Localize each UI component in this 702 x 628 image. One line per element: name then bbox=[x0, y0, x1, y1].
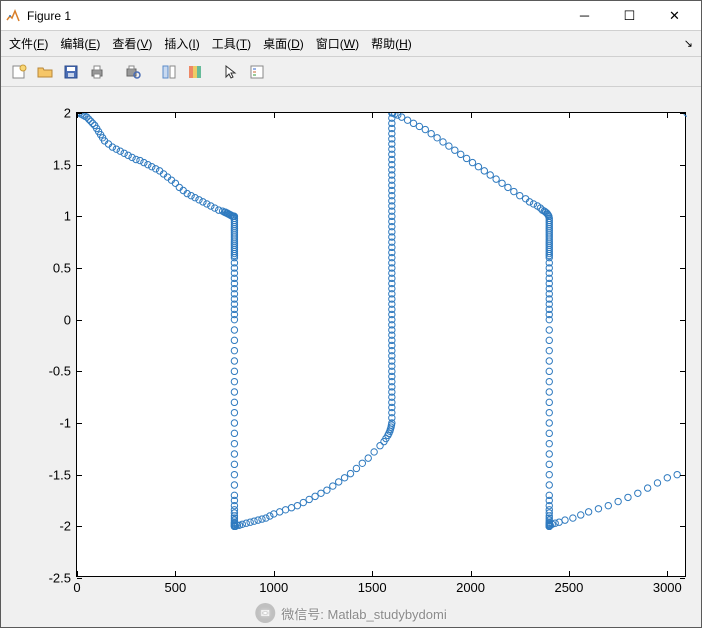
link-plot-button[interactable] bbox=[157, 60, 181, 84]
menu-desktop[interactable]: 桌面(D) bbox=[263, 35, 304, 52]
menu-insert[interactable]: 插入(I) bbox=[164, 35, 199, 52]
menu-view[interactable]: 查看(V) bbox=[112, 35, 152, 52]
print-preview-button[interactable] bbox=[121, 60, 145, 84]
open-button[interactable] bbox=[33, 60, 57, 84]
menu-tools[interactable]: 工具(T) bbox=[212, 35, 251, 52]
window-title: Figure 1 bbox=[27, 9, 562, 23]
matlab-icon bbox=[5, 8, 21, 24]
menubar: 文件(F) 编辑(E) 查看(V) 插入(I) 工具(T) 桌面(D) 窗口(W… bbox=[1, 31, 701, 57]
wechat-icon: ✉ bbox=[255, 603, 275, 623]
toolbar bbox=[1, 57, 701, 87]
pointer-button[interactable] bbox=[219, 60, 243, 84]
scatter-markers bbox=[77, 113, 687, 578]
minimize-button[interactable]: ─ bbox=[562, 2, 607, 30]
menu-edit[interactable]: 编辑(E) bbox=[60, 35, 100, 52]
print-button[interactable] bbox=[85, 60, 109, 84]
menu-window[interactable]: 窗口(W) bbox=[316, 35, 359, 52]
save-button[interactable] bbox=[59, 60, 83, 84]
axes[interactable]: -2.5-2-1.5-1-0.500.511.52050010001500200… bbox=[76, 112, 686, 577]
menu-file[interactable]: 文件(F) bbox=[9, 35, 48, 52]
window-controls: ─ ☐ ✕ bbox=[562, 2, 697, 30]
watermark-text: 微信号: Matlab_studybydomi bbox=[281, 604, 446, 623]
figure-window: Figure 1 ─ ☐ ✕ 文件(F) 编辑(E) 查看(V) 插入(I) 工… bbox=[0, 0, 702, 628]
close-button[interactable]: ✕ bbox=[652, 2, 697, 30]
menu-help[interactable]: 帮助(H) bbox=[371, 35, 412, 52]
legend-button[interactable] bbox=[245, 60, 269, 84]
maximize-button[interactable]: ☐ bbox=[607, 2, 652, 30]
colorbar-button[interactable] bbox=[183, 60, 207, 84]
new-figure-button[interactable] bbox=[7, 60, 31, 84]
watermark: ✉ 微信号: Matlab_studybydomi bbox=[255, 603, 446, 623]
plot-area: -2.5-2-1.5-1-0.500.511.52050010001500200… bbox=[1, 87, 701, 627]
menu-overflow-icon[interactable]: ↘ bbox=[684, 37, 693, 50]
titlebar: Figure 1 ─ ☐ ✕ bbox=[1, 1, 701, 31]
